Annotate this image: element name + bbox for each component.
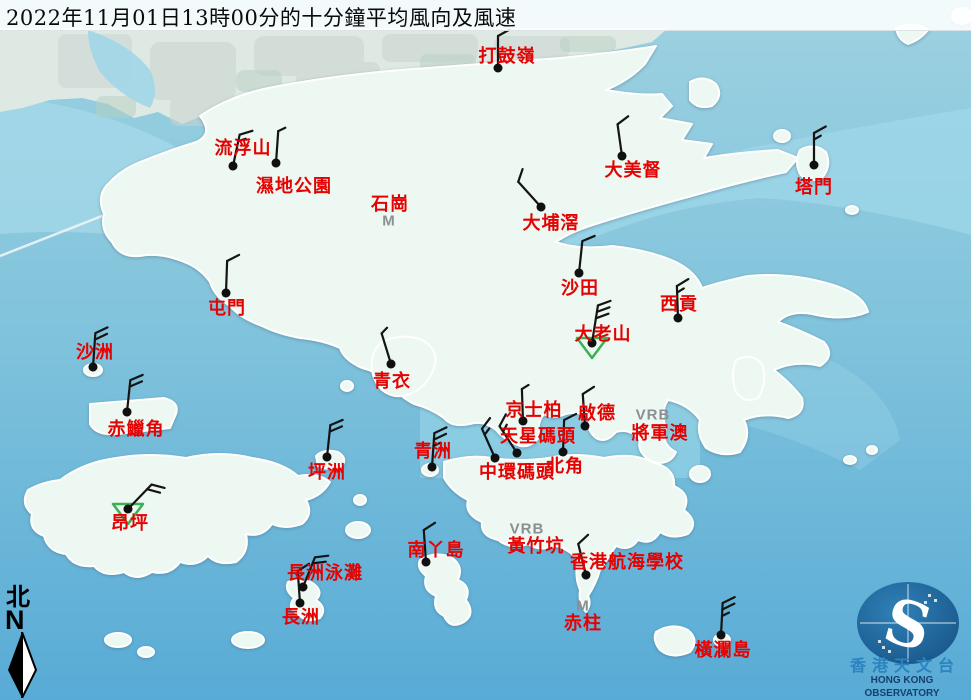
station-label-peng-chau[interactable]: 坪洲 bbox=[308, 464, 346, 482]
station-label-wong-chuk-hang[interactable]: 黃竹坑 bbox=[508, 538, 565, 556]
station-label-tsing-yi[interactable]: 青衣 bbox=[373, 373, 411, 391]
station-label-waglan-island[interactable]: 橫瀾島 bbox=[695, 642, 752, 660]
land-po-toi bbox=[655, 626, 695, 655]
station-label-north-point[interactable]: 北角 bbox=[546, 458, 584, 476]
station-label-stanley[interactable]: 赤柱 bbox=[564, 615, 602, 633]
station-label-cheung-chau[interactable]: 長洲 bbox=[282, 609, 320, 627]
station-label-tap-mun[interactable]: 塔門 bbox=[795, 179, 833, 197]
station-label-kings-park[interactable]: 京士柏 bbox=[506, 402, 563, 420]
station-label-tuen-mun[interactable]: 屯門 bbox=[208, 300, 246, 318]
station-label-sai-kung[interactable]: 西貢 bbox=[660, 296, 698, 314]
land-kat-o bbox=[690, 78, 719, 107]
station-label-ngong-ping[interactable]: 昂坪 bbox=[111, 515, 149, 533]
station-label-ta-kwu-ling[interactable]: 打鼓嶺 bbox=[479, 48, 536, 66]
hko-logo-text: 香港天文台 HONG KONG OBSERVATORY bbox=[835, 571, 969, 700]
station-label-cheung-chau-beach[interactable]: 長洲泳灘 bbox=[287, 565, 363, 583]
station-label-tates-cairn[interactable]: 大老山 bbox=[575, 326, 632, 344]
station-label-tai-mei-tuk[interactable]: 大美督 bbox=[605, 162, 662, 180]
logo-name-english: HONG KONG OBSERVATORY bbox=[835, 675, 969, 700]
station-label-lamma-island[interactable]: 南丫島 bbox=[408, 542, 465, 560]
station-label-kai-tak[interactable]: 啟德 bbox=[578, 405, 616, 423]
station-label-hk-sea-school[interactable]: 香港航海學校 bbox=[570, 554, 684, 572]
title-band: 2022年11月01日13時00分的十分鐘平均風向及風速 bbox=[0, 0, 971, 31]
wind-map-app: S 打鼓嶺流浮山濕地公園石崗M大美督塔門大埔滘沙田屯門西貢沙洲大老山青衣赤鱲角京… bbox=[0, 0, 971, 700]
station-label-central-pier[interactable]: 中環碼頭 bbox=[479, 464, 555, 482]
station-label-chek-lap-kok[interactable]: 赤鱲角 bbox=[108, 421, 165, 439]
station-label-sha-chau[interactable]: 沙洲 bbox=[76, 344, 114, 362]
north-compass: 北 N bbox=[4, 584, 48, 698]
station-label-star-ferry[interactable]: 天星碼頭 bbox=[500, 428, 576, 446]
station-label-green-island[interactable]: 青洲 bbox=[414, 443, 452, 461]
land-kau-sai-chau bbox=[733, 357, 764, 400]
station-dot bbox=[810, 161, 819, 170]
map-title: 2022年11月01日13時00分的十分鐘平均風向及風速 bbox=[6, 2, 516, 32]
station-label-wetland-park[interactable]: 濕地公園 bbox=[256, 178, 332, 196]
station-label-sha-tin[interactable]: 沙田 bbox=[561, 280, 599, 298]
station-label-tai-po-kau[interactable]: 大埔滘 bbox=[523, 215, 580, 233]
compass-north-letter: N bbox=[5, 609, 48, 632]
station-label-lau-fau-shan[interactable]: 流浮山 bbox=[215, 140, 272, 158]
logo-name-chinese: 香港天文台 bbox=[841, 657, 969, 675]
station-label-tseung-kwan-o[interactable]: 將軍澳 bbox=[632, 425, 689, 443]
north-arrow-icon bbox=[6, 632, 40, 698]
station-label-shek-kong[interactable]: 石崗 bbox=[371, 196, 409, 214]
map-canvas: S bbox=[0, 0, 971, 700]
